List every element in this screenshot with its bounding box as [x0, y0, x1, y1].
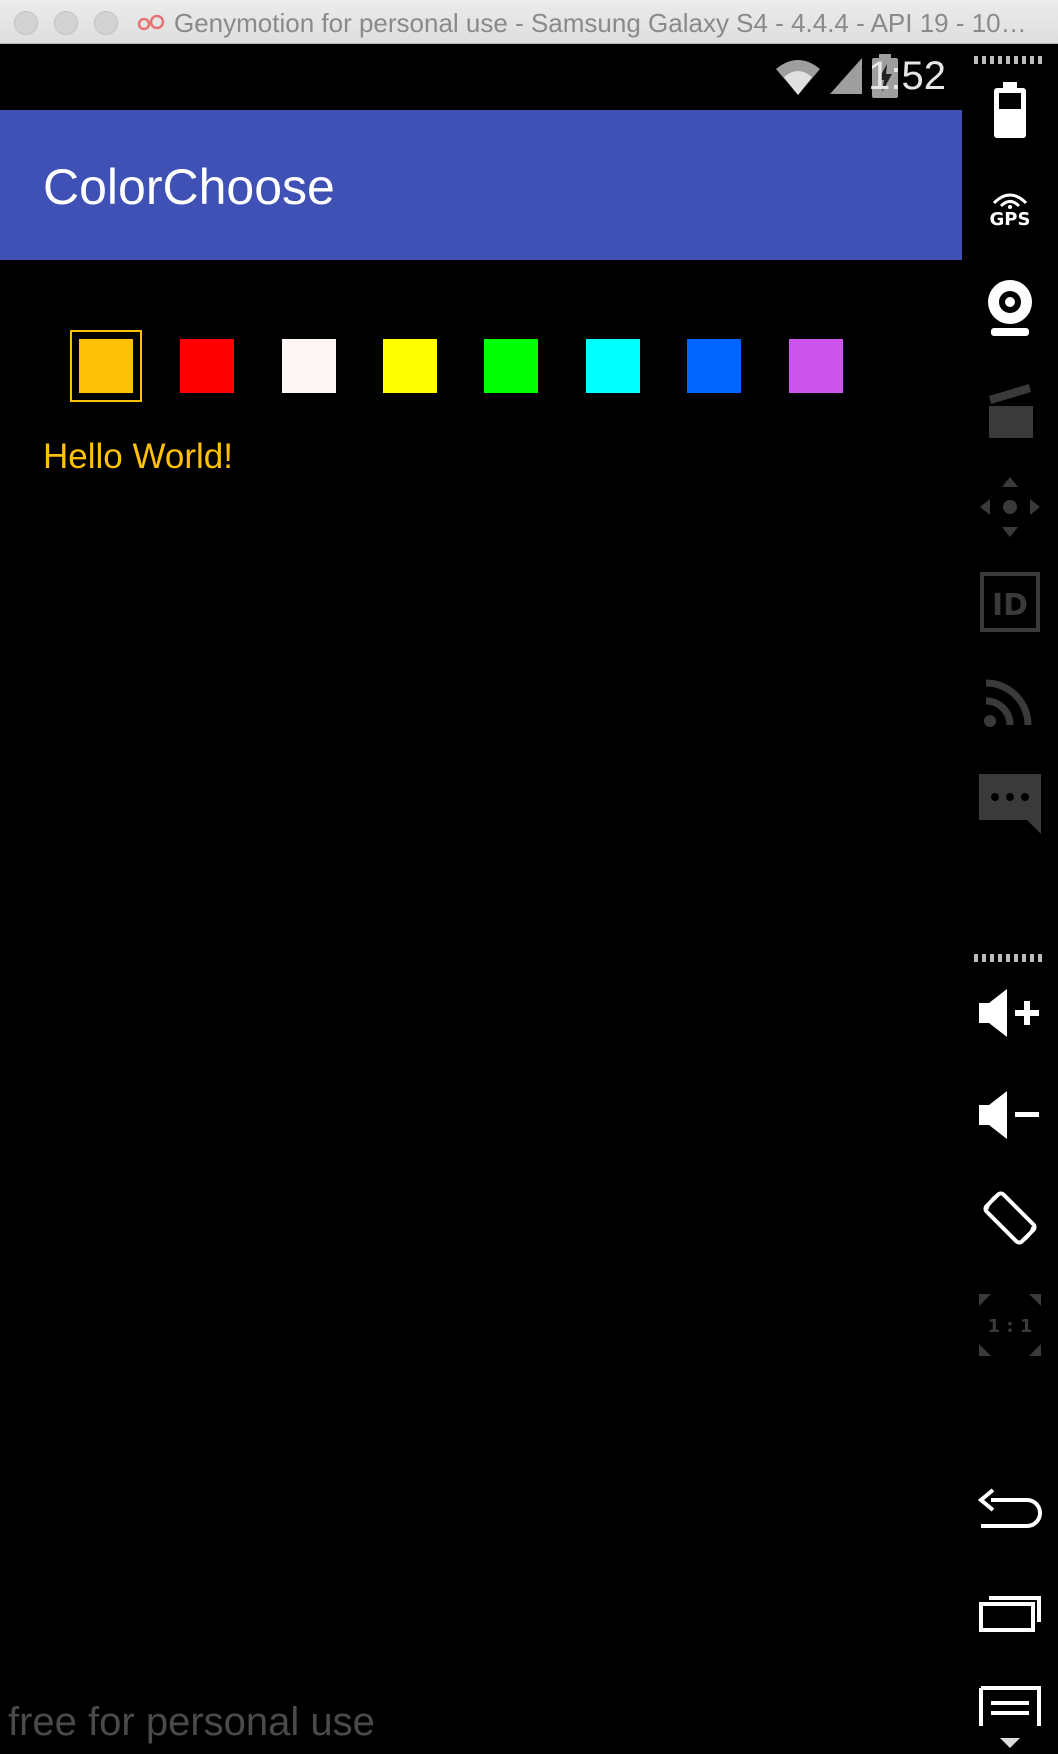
menu-icon [979, 1686, 1041, 1726]
volume-down-icon [979, 1091, 1039, 1139]
color-swatch-cyan[interactable] [577, 330, 649, 402]
android-screen[interactable]: 1:52 ColorChoose Hello World! free for p… [0, 44, 962, 1754]
color-swatch-purple[interactable] [780, 330, 852, 402]
gps-tool-button[interactable]: GPS [962, 164, 1058, 254]
network-tool-button[interactable] [962, 656, 1058, 746]
watermark-text: free for personal use [8, 1700, 375, 1744]
pixel-perfect-icon: 1 : 1 [979, 1294, 1041, 1356]
battery-icon [994, 82, 1026, 138]
screencast-tool-button[interactable] [962, 366, 1058, 456]
toolbar-grip-handle-lower[interactable] [974, 954, 1046, 962]
status-bar: 1:52 [0, 44, 962, 110]
toolbar-grip-handle[interactable] [974, 56, 1046, 64]
window-titlebar[interactable]: Genymotion for personal use - Samsung Ga… [0, 0, 1058, 44]
rotate-button[interactable] [962, 1173, 1058, 1263]
volume-up-button[interactable] [962, 968, 1058, 1058]
webcam-icon [988, 280, 1032, 336]
battery-tool-button[interactable] [962, 65, 1058, 155]
toolbar-scroll-down-icon[interactable] [1000, 1738, 1020, 1748]
window-title: Genymotion for personal use - Samsung Ga… [174, 8, 1034, 38]
back-button[interactable] [962, 1463, 1058, 1553]
dpad-icon [980, 477, 1040, 537]
window-zoom-button[interactable] [94, 11, 118, 35]
dpad-tool-button[interactable] [962, 462, 1058, 552]
device-id-icon: ID [980, 572, 1040, 632]
hello-text: Hello World! [43, 437, 233, 476]
app-title: ColorChoose [43, 159, 335, 215]
volume-down-button[interactable] [962, 1070, 1058, 1160]
pixel-perfect-button[interactable]: 1 : 1 [962, 1280, 1058, 1370]
window-minimize-button[interactable] [54, 11, 78, 35]
recent-apps-icon [979, 1596, 1041, 1632]
status-clock: 1:52 [868, 54, 946, 98]
gps-icon: GPS [989, 189, 1031, 230]
sms-tool-button[interactable] [962, 758, 1058, 848]
volume-up-icon [979, 989, 1039, 1037]
gps-waves-icon [992, 193, 1028, 209]
gps-label: GPS [989, 208, 1031, 230]
wifi-icon [776, 60, 820, 95]
network-icon [984, 679, 1032, 727]
color-swatch-white[interactable] [273, 330, 345, 402]
color-swatch-amber[interactable] [70, 330, 142, 402]
genymotion-logo-icon [137, 14, 165, 31]
color-swatch-yellow[interactable] [374, 330, 446, 402]
color-swatch-green[interactable] [475, 330, 547, 402]
window-close-button[interactable] [14, 11, 38, 35]
recent-apps-button[interactable] [962, 1566, 1058, 1656]
genymotion-toolbar: GPS ID 1: 1 [962, 44, 1058, 1754]
menu-button[interactable] [962, 1660, 1058, 1750]
screencast-icon [989, 384, 1033, 438]
color-swatch-red[interactable] [171, 330, 243, 402]
device-id-label: ID [992, 588, 1028, 623]
action-bar: ColorChoose [0, 110, 962, 260]
signal-icon [830, 58, 862, 94]
rotate-icon [983, 1191, 1037, 1245]
sms-icon [979, 774, 1041, 834]
color-swatch-blue[interactable] [678, 330, 750, 402]
webcam-tool-button[interactable] [962, 262, 1058, 352]
back-icon [977, 1488, 1042, 1528]
device-id-tool-button[interactable]: ID [962, 557, 1058, 647]
pixel-perfect-label: 1 : 1 [988, 1316, 1033, 1337]
